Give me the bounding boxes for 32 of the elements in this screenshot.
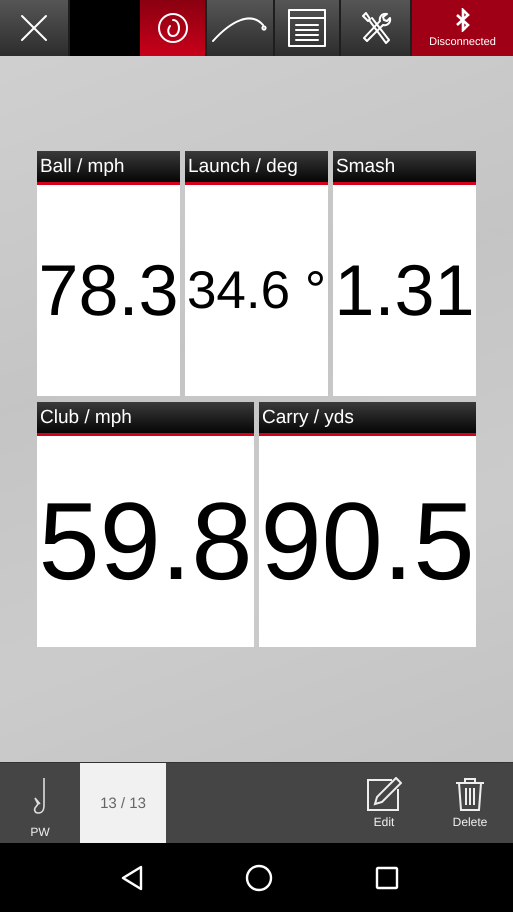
bluetooth-icon — [456, 8, 470, 32]
delete-button[interactable]: Delete — [427, 763, 513, 844]
metric-label: Carry / yds — [262, 406, 354, 428]
table-tab[interactable] — [275, 0, 341, 56]
metric-value: 78.3 — [38, 254, 179, 326]
club-icon — [32, 777, 48, 816]
close-button[interactable] — [0, 0, 70, 56]
metric-value: 90.5 — [260, 486, 475, 596]
spin-tab[interactable] — [140, 0, 207, 56]
metric-label: Ball / mph — [40, 156, 124, 178]
close-icon — [20, 14, 48, 42]
edit-icon — [366, 777, 402, 812]
metric-label: Launch / deg — [188, 156, 298, 178]
edit-button[interactable]: Edit — [341, 763, 427, 844]
recents-icon — [374, 866, 398, 890]
back-icon — [120, 864, 142, 891]
metric-label: Club / mph — [40, 406, 132, 428]
metric-value: 34.6 ° — [186, 264, 326, 317]
spin-icon — [156, 11, 190, 45]
tools-tab[interactable] — [341, 0, 412, 56]
trash-icon — [455, 777, 485, 812]
shot-counter[interactable]: 13 / 13 — [80, 763, 166, 844]
club-button[interactable]: PW — [0, 763, 80, 844]
metric-value: 1.31 — [334, 254, 475, 326]
metric-label: Smash — [336, 156, 396, 178]
metric-value: 59.8 — [38, 486, 253, 596]
bluetooth-status[interactable]: Disconnected — [412, 0, 513, 56]
trajectory-tab[interactable] — [207, 0, 275, 56]
table-icon — [287, 8, 327, 48]
home-icon — [244, 864, 272, 892]
tools-icon — [360, 10, 392, 46]
connection-label: Disconnected — [429, 36, 496, 48]
